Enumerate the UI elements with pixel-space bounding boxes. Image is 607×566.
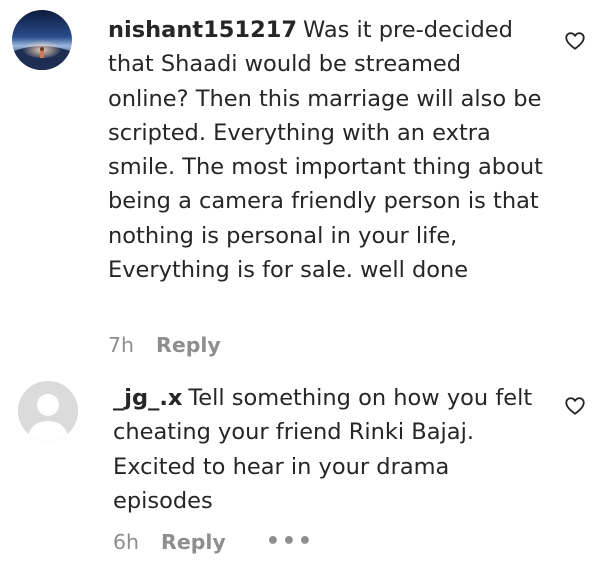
heart-outline-icon[interactable] xyxy=(564,395,586,417)
more-options-icon[interactable]: ••• xyxy=(266,531,314,553)
reply-button[interactable]: Reply xyxy=(161,530,226,554)
comment-timestamp[interactable]: 7h xyxy=(108,333,134,357)
avatar[interactable] xyxy=(12,10,72,70)
profile-photo xyxy=(12,10,72,70)
comment-item: nishant151217 Was it pre-decided that Sha… xyxy=(0,0,607,370)
comment-body: nishant151217 Was it pre-decided that Sha… xyxy=(108,13,548,287)
comment-item: _jg_.x Tell something on how you felt che… xyxy=(0,370,607,566)
heart-outline-icon[interactable] xyxy=(564,30,586,52)
comment-meta: 6h Reply ••• xyxy=(113,530,314,554)
reply-button[interactable]: Reply xyxy=(156,333,221,357)
comment-body: _jg_.x Tell something on how you felt che… xyxy=(113,381,533,518)
comment-timestamp[interactable]: 6h xyxy=(113,530,139,554)
comment-meta: 7h Reply xyxy=(108,333,221,357)
comment-username[interactable]: nishant151217 xyxy=(108,17,297,43)
default-avatar-icon[interactable] xyxy=(18,381,78,441)
comment-username[interactable]: _jg_.x xyxy=(113,385,182,411)
comment-text: Was it pre-decided that Shaadi would be … xyxy=(108,17,543,284)
